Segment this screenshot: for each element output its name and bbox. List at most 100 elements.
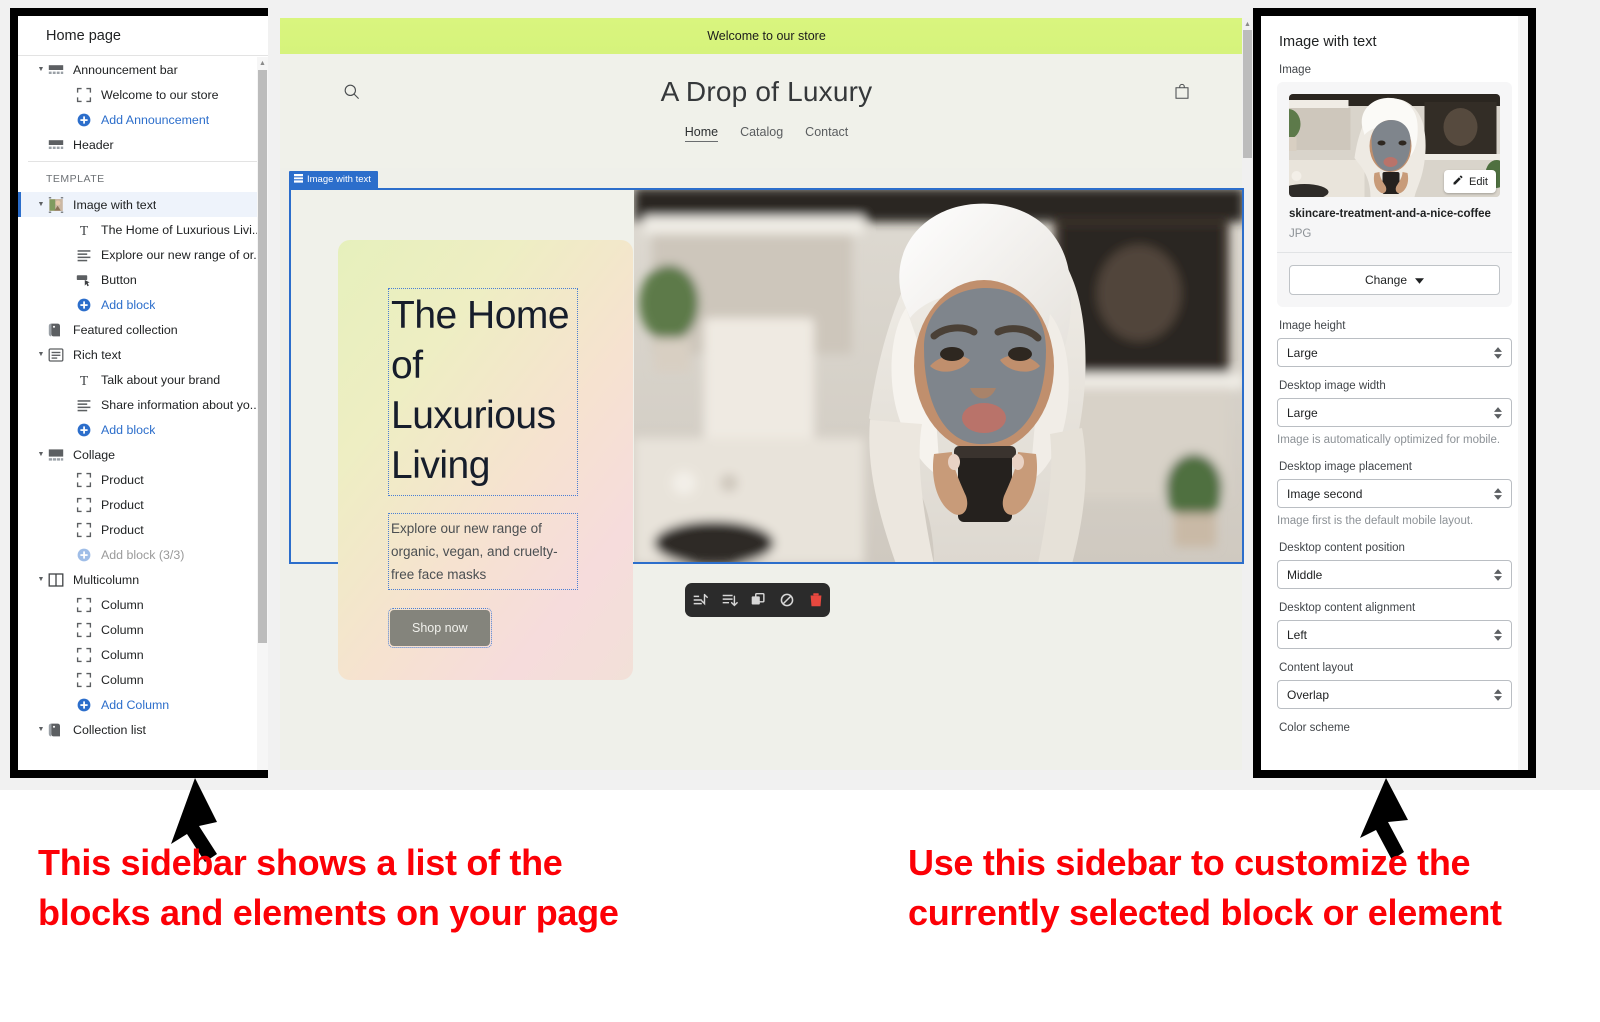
collection-icon (48, 722, 66, 738)
caret-down-icon[interactable]: ▼ (34, 351, 48, 358)
tree-item-multicolumn[interactable]: ▼ Multicolumn (18, 567, 268, 592)
tree-item-featured-collection[interactable]: Featured collection (18, 317, 268, 342)
tree-item-label: Talk about your brand (101, 372, 221, 387)
announcement-bar[interactable]: Welcome to our store (280, 18, 1253, 54)
image-thumbnail[interactable]: Edit (1289, 94, 1500, 197)
hero-heading[interactable]: The Home of Luxurious Living (388, 288, 578, 496)
tree-item-column[interactable]: Column (18, 667, 268, 692)
caret-down-icon[interactable]: ▼ (34, 201, 48, 208)
tree-item-explore-our-new-range-of-or[interactable]: Explore our new range of or... (18, 242, 268, 267)
divider (1277, 252, 1512, 253)
scroll-up-arrow-icon[interactable]: ▲ (258, 59, 267, 68)
tree-item-add-block[interactable]: Add block (18, 292, 268, 317)
storefront-nav[interactable]: Home Catalog Contact (280, 125, 1253, 142)
block-icon (76, 672, 94, 688)
tree-item-label: Image with text (73, 197, 157, 212)
duplicate-icon[interactable] (749, 591, 767, 609)
select-desktop-image-placement[interactable]: Image second (1277, 479, 1512, 508)
block-icon (76, 622, 94, 638)
edit-image-button[interactable]: Edit (1444, 170, 1496, 193)
block-icon (76, 647, 94, 663)
change-image-button[interactable]: Change (1289, 265, 1500, 295)
select-desktop-content-position[interactable]: Middle (1277, 560, 1512, 589)
tree-item-the-home-of-luxurious-livi[interactable]: T The Home of Luxurious Livi... (18, 217, 268, 242)
block-tree[interactable]: ▼ Announcement bar Welcome to our store Add… (18, 57, 268, 770)
block-icon (76, 497, 94, 513)
select-value: Overlap (1287, 687, 1330, 702)
field-desktop-content-alignment: Desktop content alignment Left (1277, 602, 1512, 649)
settings-sidebar: Image with text Image Edit skincare-trea… (1253, 8, 1536, 778)
sidebar-scrollbar[interactable]: ▲ (257, 57, 268, 770)
nav-link-contact[interactable]: Contact (805, 125, 848, 139)
tree-item-header[interactable]: Header (18, 132, 268, 157)
caret-down-icon[interactable]: ▼ (34, 66, 48, 73)
select-content-layout[interactable]: Overlap (1277, 680, 1512, 709)
image-with-text-icon (48, 196, 66, 213)
tree-item-column[interactable]: Column (18, 617, 268, 642)
tree-item-column[interactable]: Column (18, 642, 268, 667)
image-with-text-section[interactable]: The Home of Luxurious Living Explore our… (289, 188, 1244, 680)
chevron-down-icon (1415, 273, 1425, 287)
tree-item-product[interactable]: Product (18, 467, 268, 492)
plus-circle-icon (76, 112, 94, 128)
tree-item-add-block[interactable]: Add block (18, 417, 268, 442)
tree-item-label: Column (101, 597, 144, 612)
preview-scroll-up-arrow-icon[interactable]: ▲ (1243, 20, 1252, 29)
field-desktop-image-placement: Desktop image placement Image second Image… (1277, 461, 1512, 529)
color-scheme-field: Color scheme (1277, 722, 1512, 734)
caret-down-icon[interactable]: ▼ (34, 576, 48, 583)
settings-scrollbar[interactable] (1518, 16, 1528, 770)
tree-item-label: Rich text (73, 347, 122, 362)
hero-subtext[interactable]: Explore our new range of organic, vegan,… (388, 513, 578, 590)
field-helper-text: Image is automatically optimized for mob… (1277, 434, 1501, 446)
tree-item-label: The Home of Luxurious Livi... (101, 222, 263, 237)
nav-link-catalog[interactable]: Catalog (740, 125, 783, 139)
delete-icon[interactable] (807, 591, 825, 609)
shopping-bag-icon[interactable] (1173, 82, 1191, 106)
select-desktop-content-alignment[interactable]: Left (1277, 620, 1512, 649)
tree-item-add-column[interactable]: Add Column (18, 692, 268, 717)
section-action-toolbar[interactable] (685, 583, 830, 617)
select-value: Image second (1287, 486, 1363, 501)
preview-scrollbar[interactable]: ▲ (1242, 18, 1253, 770)
hero-image[interactable] (634, 188, 1244, 564)
tree-item-button[interactable]: Button (18, 267, 268, 292)
move-up-icon[interactable] (691, 591, 709, 609)
tree-item-collage[interactable]: ▼ Collage (18, 442, 268, 467)
tree-item-add-block-3-3[interactable]: Add block (3/3) (18, 542, 268, 567)
tree-item-share-information-about-yo[interactable]: Share information about yo... (18, 392, 268, 417)
plus-circle-icon (76, 422, 94, 438)
hide-icon[interactable] (778, 591, 796, 609)
tree-item-label: Collection list (73, 722, 146, 737)
section-badge[interactable]: Image with text (289, 171, 378, 188)
nav-link-home[interactable]: Home (684, 125, 719, 142)
tree-item-welcome-to-our-store[interactable]: Welcome to our store (18, 82, 268, 107)
select-stepper-icon (1494, 568, 1502, 581)
tree-item-product[interactable]: Product (18, 517, 268, 542)
announcement-bar-icon (48, 62, 66, 78)
tree-item-rich-text[interactable]: ▼ Rich text (18, 342, 268, 367)
field-label: Desktop image width (1279, 380, 1386, 392)
tree-item-label: Announcement bar (73, 62, 178, 77)
tree-item-label: Add Announcement (101, 112, 210, 127)
caret-down-icon[interactable]: ▼ (34, 726, 48, 733)
caret-down-icon[interactable]: ▼ (34, 451, 48, 458)
sidebar-scrollbar-thumb[interactable] (258, 70, 267, 643)
template-section-label: TEMPLATE (46, 173, 105, 185)
tree-item-add-announcement[interactable]: Add Announcement (18, 107, 268, 132)
tree-item-announcement-bar[interactable]: ▼ Announcement bar (18, 57, 268, 82)
svg-text:T: T (80, 222, 89, 237)
tree-item-collection-list[interactable]: ▼ Collection list (18, 717, 268, 742)
button-icon (76, 272, 94, 288)
preview-scrollbar-thumb[interactable] (1243, 30, 1252, 158)
tree-item-talk-about-your-brand[interactable]: T Talk about your brand (18, 367, 268, 392)
tree-item-column[interactable]: Column (18, 592, 268, 617)
tree-item-product[interactable]: Product (18, 492, 268, 517)
select-image-height[interactable]: Large (1277, 338, 1512, 367)
select-desktop-image-width[interactable]: Large (1277, 398, 1512, 427)
move-down-icon[interactable] (720, 591, 738, 609)
field-label: Desktop content alignment (1279, 602, 1416, 614)
tree-item-image-with-text[interactable]: ▼ Image with text (18, 192, 268, 217)
shop-now-button[interactable]: Shop now (390, 610, 490, 646)
search-icon[interactable] (342, 82, 361, 106)
